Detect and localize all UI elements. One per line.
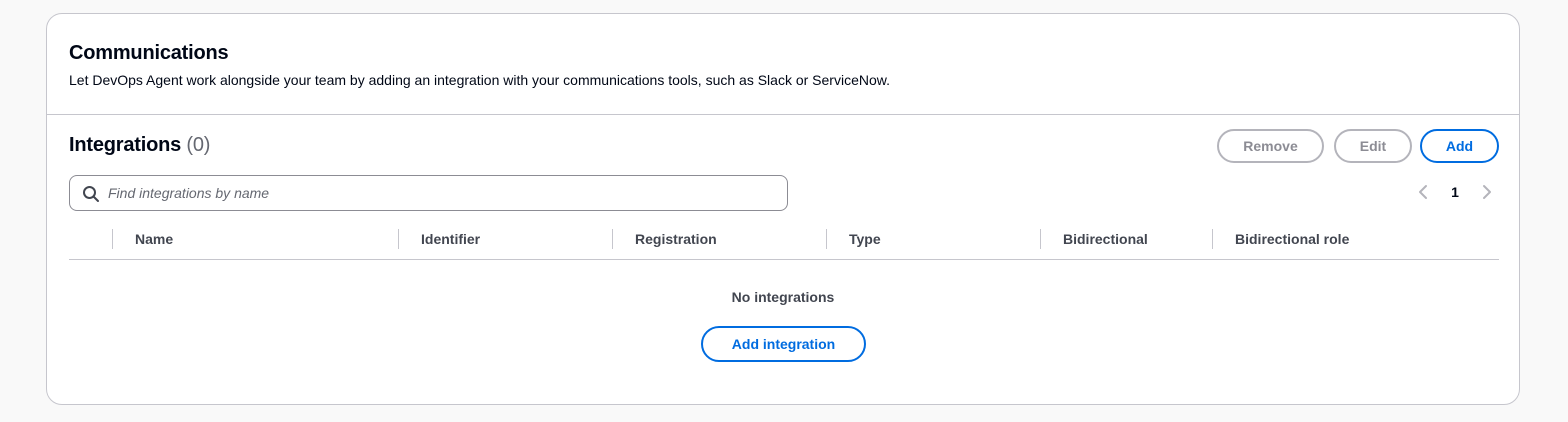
column-separator[interactable] [112, 229, 113, 249]
add-button[interactable]: Add [1420, 129, 1499, 163]
column-separator[interactable] [398, 229, 399, 249]
column-header-type[interactable]: Type [849, 228, 881, 250]
edit-button[interactable]: Edit [1334, 129, 1412, 163]
search-input[interactable] [108, 176, 768, 210]
pagination: 1 [1415, 181, 1503, 203]
column-separator[interactable] [1040, 229, 1041, 249]
column-header-name[interactable]: Name [135, 228, 173, 250]
column-header-identifier[interactable]: Identifier [421, 228, 480, 250]
column-separator[interactable] [826, 229, 827, 249]
section-description: Let DevOps Agent work alongside your tea… [69, 72, 890, 88]
column-header-registration[interactable]: Registration [635, 228, 717, 250]
add-integration-button[interactable]: Add integration [701, 326, 866, 362]
column-header-bidirectional[interactable]: Bidirectional [1063, 228, 1148, 250]
communications-card: Communications Let DevOps Agent work alo… [46, 13, 1520, 405]
search-field[interactable] [69, 175, 788, 211]
section-title: Communications [69, 42, 229, 64]
card-header: Communications Let DevOps Agent work alo… [47, 14, 1519, 115]
chevron-right-icon[interactable] [1479, 183, 1495, 201]
column-separator[interactable] [612, 229, 613, 249]
column-header-bidirectional-role[interactable]: Bidirectional role [1235, 228, 1349, 250]
remove-button[interactable]: Remove [1217, 129, 1324, 163]
table-count: (0) [186, 134, 211, 156]
chevron-left-icon[interactable] [1415, 183, 1431, 201]
table-title: Integrations (0) [69, 134, 210, 157]
page-number[interactable]: 1 [1449, 181, 1461, 203]
table-header: Name Identifier Registration Type Bidire… [69, 228, 1499, 260]
table-title-label: Integrations [69, 134, 182, 156]
search-icon [83, 186, 99, 202]
column-separator[interactable] [1212, 229, 1213, 249]
empty-state-message: No integrations [731, 289, 835, 305]
